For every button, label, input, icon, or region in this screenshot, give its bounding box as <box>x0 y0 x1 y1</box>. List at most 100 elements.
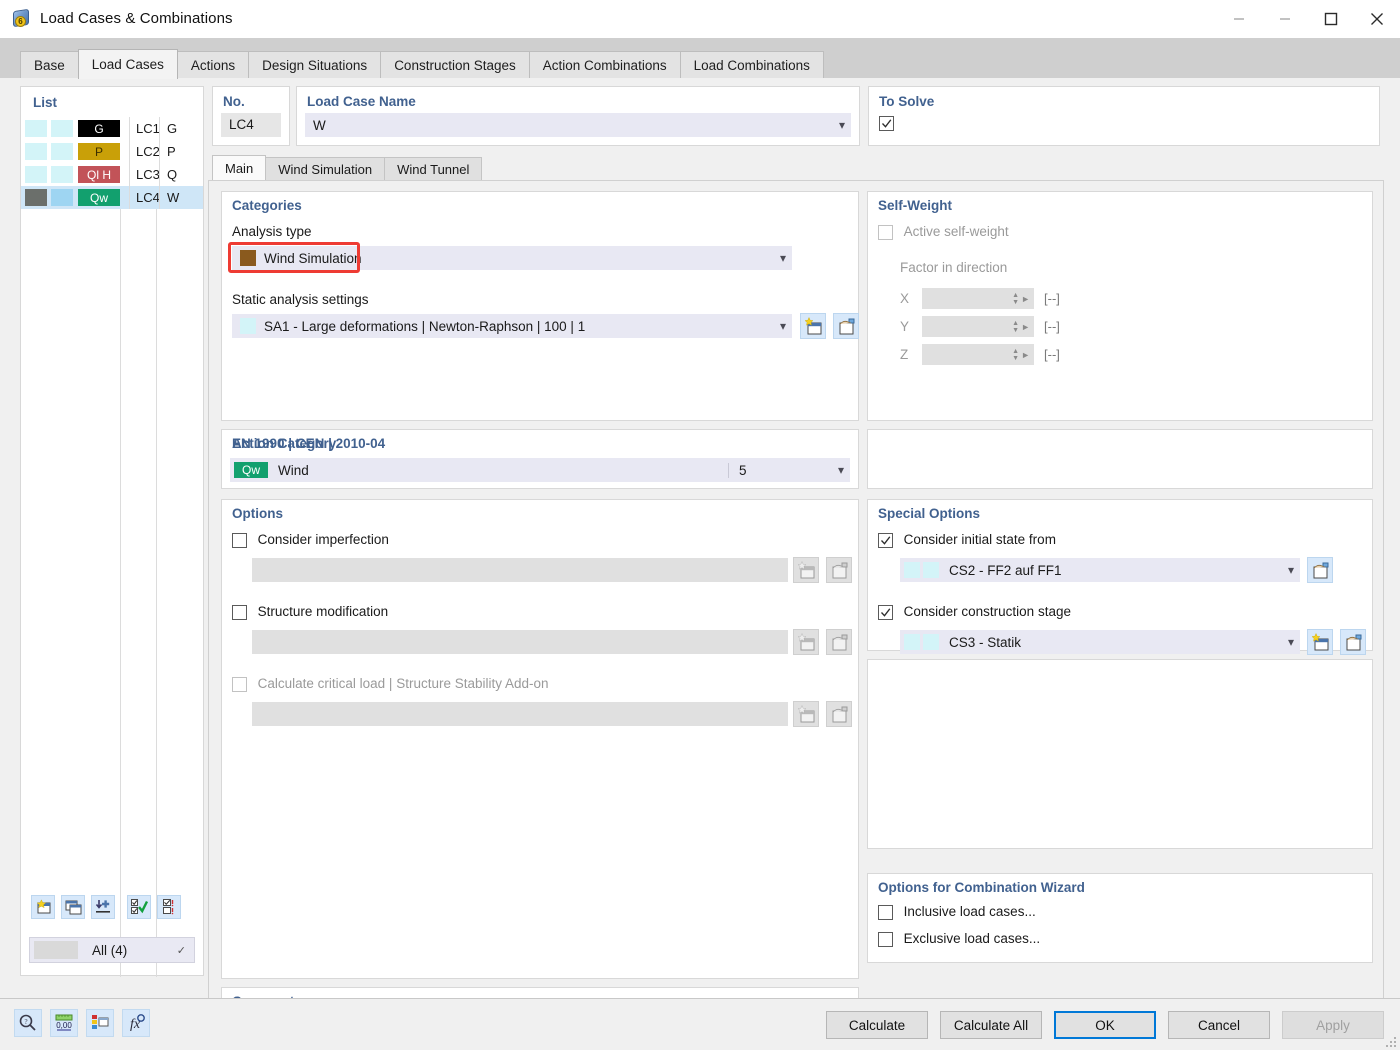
static-analysis-settings-dropdown[interactable]: SA1 - Large deformations | Newton-Raphso… <box>232 314 792 338</box>
cancel-button[interactable]: Cancel <box>1168 1011 1270 1039</box>
tab-wind-tunnel[interactable]: Wind Tunnel <box>384 157 483 181</box>
action-category-row[interactable]: Qw Wind 5 ▾ <box>230 458 850 482</box>
analysis-type-label: Analysis type <box>232 224 312 239</box>
select-all-icon[interactable] <box>127 895 151 919</box>
edit-initial-state-icon[interactable] <box>1307 557 1333 583</box>
new-modification-icon[interactable] <box>793 629 819 655</box>
spinner-play-icon[interactable]: ► <box>1021 322 1030 332</box>
calculate-button[interactable]: Calculate <box>826 1011 928 1039</box>
units-icon[interactable]: 0,00 <box>50 1009 78 1037</box>
ok-button[interactable]: OK <box>1054 1011 1156 1039</box>
new-load-case-icon[interactable] <box>31 895 55 919</box>
tab-load-combinations[interactable]: Load Combinations <box>679 51 824 79</box>
calculate-all-button[interactable]: Calculate All <box>940 1011 1042 1039</box>
edit-imperfection-icon[interactable] <box>826 557 852 583</box>
tab-design-situations[interactable]: Design Situations <box>248 51 382 79</box>
tab-main[interactable]: Main <box>212 155 267 181</box>
self-weight-z-input[interactable]: ▲ ▼ ► <box>922 344 1034 365</box>
action-category-value: Wind <box>278 462 309 478</box>
self-weight-y-input[interactable]: ▲ ▼ ► <box>922 316 1034 337</box>
row-name: P <box>159 140 203 163</box>
active-self-weight-checkbox[interactable] <box>878 225 893 241</box>
new-construction-stage-icon[interactable] <box>1307 629 1333 655</box>
self-weight-title: Self-Weight <box>878 198 952 213</box>
spinner-play-icon[interactable]: ► <box>1021 350 1030 360</box>
list-item[interactable]: Ql H LC3 Q <box>21 163 203 186</box>
new-settings-icon[interactable] <box>800 313 826 339</box>
structure-modification-field[interactable] <box>252 630 788 654</box>
tab-construction-stages[interactable]: Construction Stages <box>380 51 530 79</box>
restore-down-button[interactable] <box>1216 0 1262 38</box>
new-imperfection-icon[interactable] <box>793 557 819 583</box>
chevron-down-icon[interactable]: ▾ <box>839 118 845 132</box>
tab-base[interactable]: Base <box>20 51 79 79</box>
tab-label: Base <box>34 58 65 73</box>
calculate-critical-load-checkbox[interactable] <box>232 677 247 693</box>
chevron-down-icon[interactable]: ▾ <box>1288 563 1294 577</box>
row-number: LC4 <box>129 186 160 209</box>
to-solve-checkbox[interactable] <box>879 116 894 132</box>
options-group: Options Consider imperfection Structure … <box>221 499 859 979</box>
chevron-down-icon[interactable]: ▾ <box>780 251 786 265</box>
analysis-type-dropdown[interactable]: Wind Simulation ▾ <box>232 246 792 270</box>
dialog-footer: ? 0,00 fx Calculate Calculate All OK Can… <box>0 998 1400 1050</box>
tab-wind-simulation[interactable]: Wind Simulation <box>265 157 386 181</box>
minimize-button[interactable] <box>1262 0 1308 38</box>
inclusive-load-cases-checkbox[interactable] <box>878 905 893 921</box>
spinner-arrows-icon[interactable]: ▲ ▼ <box>1012 320 1019 334</box>
edit-settings-icon[interactable] <box>833 313 859 339</box>
copy-load-case-icon[interactable] <box>61 895 85 919</box>
display-properties-icon[interactable] <box>86 1009 114 1037</box>
list-item[interactable]: G LC1 G <box>21 117 203 140</box>
chevron-down-icon[interactable]: ▾ <box>1288 635 1294 649</box>
help-search-icon[interactable]: ? <box>14 1009 42 1037</box>
tab-actions[interactable]: Actions <box>176 51 250 79</box>
edit-caret-icon[interactable]: ✓ <box>177 944 186 957</box>
edit-modification-icon[interactable] <box>826 629 852 655</box>
construction-stage-dropdown[interactable]: CS3 - Statik ▾ <box>900 630 1300 654</box>
special-options-title: Special Options <box>878 506 981 521</box>
self-weight-x-input[interactable]: ▲ ▼ ► <box>922 288 1034 309</box>
calculate-critical-load-field[interactable] <box>252 702 788 726</box>
edit-construction-stage-icon[interactable] <box>1340 629 1366 655</box>
exclusive-load-cases-checkbox[interactable] <box>878 932 893 948</box>
tab-action-combinations[interactable]: Action Combinations <box>528 51 681 79</box>
categories-group: Categories Analysis type Wind Simulation… <box>221 191 859 421</box>
insert-load-case-icon[interactable] <box>91 895 115 919</box>
consider-construction-stage-checkbox[interactable] <box>878 605 893 621</box>
list-footer-all[interactable]: All (4) ✓ <box>29 937 195 963</box>
row-color-swatch <box>25 120 47 137</box>
chevron-down-icon[interactable]: ▾ <box>838 463 844 477</box>
action-category-number: 5 <box>727 462 838 478</box>
formula-icon[interactable]: fx <box>122 1009 150 1037</box>
tab-label: Actions <box>190 58 236 73</box>
load-case-list: G LC1 G P LC2 P Ql H LC3 Q Qw LC4 W <box>21 116 203 209</box>
consider-initial-state-checkbox[interactable] <box>878 533 893 549</box>
consider-imperfection-field[interactable] <box>252 558 788 582</box>
list-item[interactable]: P LC2 P <box>21 140 203 163</box>
deselect-all-icon[interactable] <box>157 895 181 919</box>
right-spacer-panel <box>867 429 1373 489</box>
spinner-arrows-icon[interactable]: ▲ ▼ <box>1012 292 1019 306</box>
chevron-down-icon[interactable]: ▾ <box>780 319 786 333</box>
spinner-play-icon[interactable]: ► <box>1021 294 1030 304</box>
construction-stage-value: CS3 - Statik <box>949 634 1022 650</box>
tab-load-cases[interactable]: Load Cases <box>77 49 178 79</box>
structure-modification-checkbox[interactable] <box>232 605 247 621</box>
edit-stability-icon[interactable] <box>826 701 852 727</box>
spinner-arrows-icon[interactable]: ▲ ▼ <box>1012 348 1019 362</box>
consider-imperfection-label: Consider imperfection <box>257 532 389 547</box>
consider-imperfection-checkbox[interactable] <box>232 533 247 549</box>
resize-grip[interactable] <box>1385 1036 1397 1048</box>
row-name: G <box>159 117 203 140</box>
close-button[interactable] <box>1354 0 1400 38</box>
new-stability-icon[interactable] <box>793 701 819 727</box>
load-case-number-field[interactable]: LC4 <box>221 113 281 137</box>
list-item-selected[interactable]: Qw LC4 W <box>21 186 203 209</box>
load-case-name-input[interactable]: W ▾ <box>305 113 851 137</box>
initial-state-dropdown[interactable]: CS2 - FF2 auf FF1 ▾ <box>900 558 1300 582</box>
inclusive-load-cases-label: Inclusive load cases... <box>903 904 1036 919</box>
row-badge: G <box>78 120 120 137</box>
axis-y-unit: [--] <box>1044 319 1060 334</box>
maximize-button[interactable] <box>1308 0 1354 38</box>
